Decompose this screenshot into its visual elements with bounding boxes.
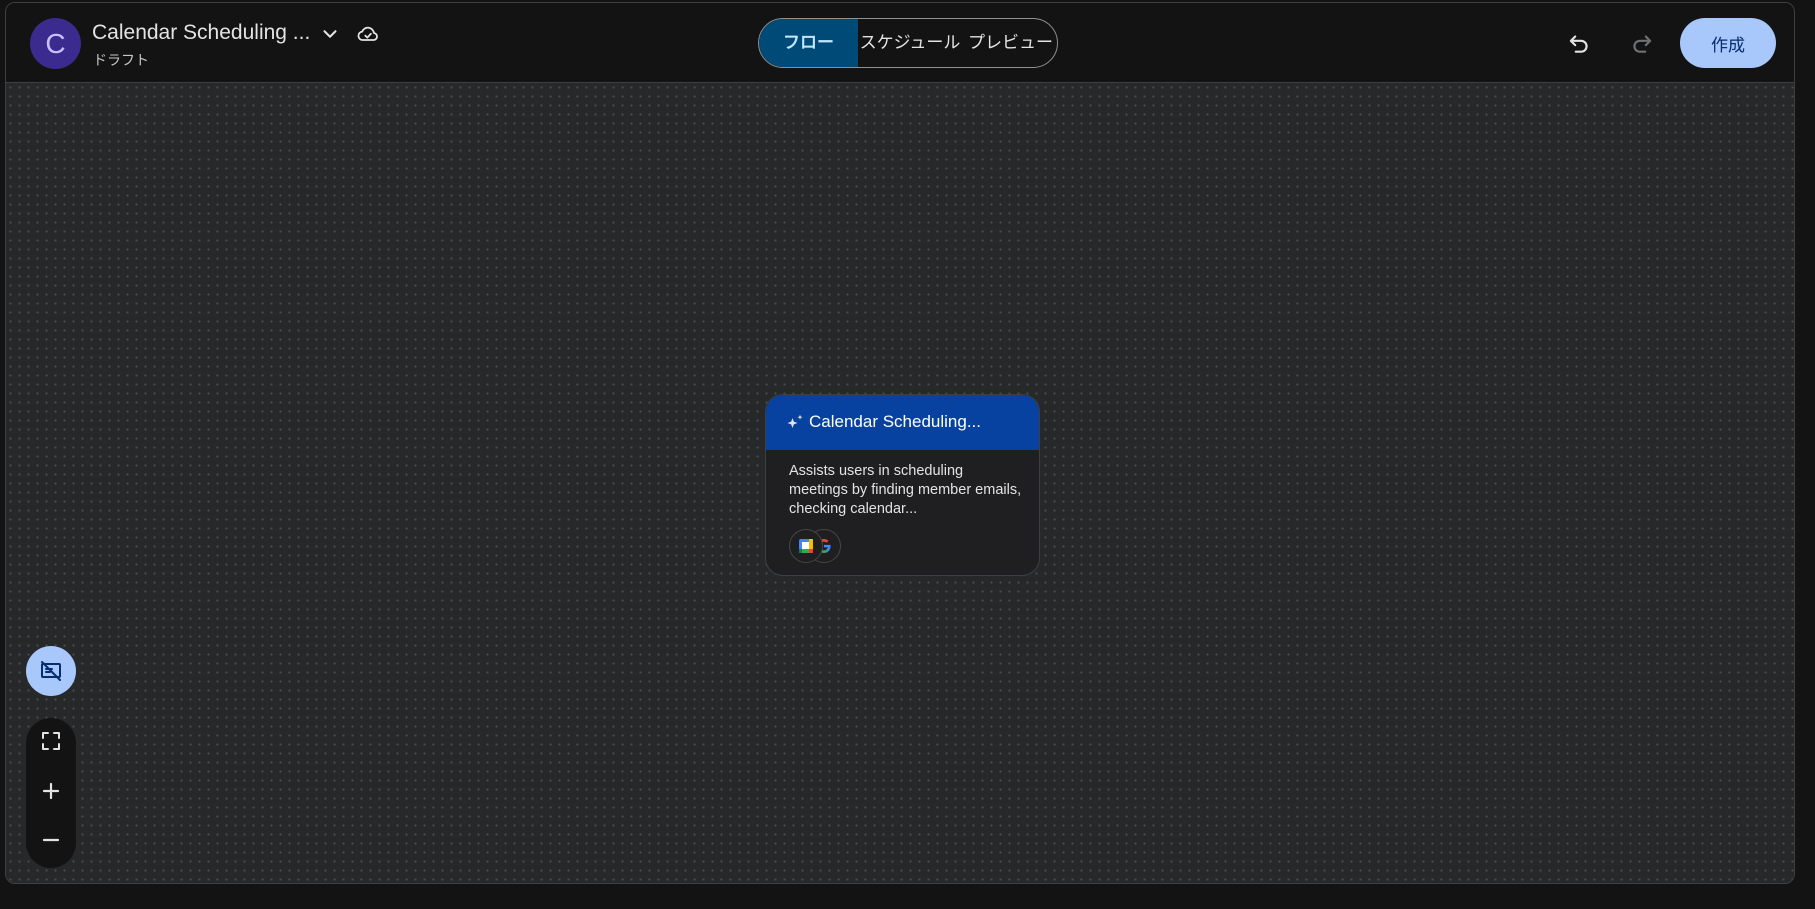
chevron-down-icon[interactable]: [319, 23, 341, 45]
node-tools: [789, 529, 849, 565]
fit-screen-icon[interactable]: [39, 729, 63, 753]
tab-preview[interactable]: プレビュー: [962, 19, 1057, 67]
status-label: ドラフト: [93, 52, 149, 68]
avatar[interactable]: C: [30, 18, 81, 69]
tab-schedule[interactable]: スケジュール: [858, 19, 962, 67]
plus-icon[interactable]: [39, 779, 63, 803]
node-description: Assists users in scheduling meetings by …: [789, 463, 1022, 517]
top-bar: C Calendar Scheduling ... ドラフト フロー スケジュー…: [6, 3, 1794, 83]
node-title: Calendar Scheduling...: [809, 412, 982, 431]
node-header: Calendar Scheduling...: [766, 395, 1039, 450]
agent-node[interactable]: Calendar Scheduling... Assists users in …: [765, 394, 1040, 576]
minimap-off-icon[interactable]: [26, 646, 76, 696]
sparkle-icon: [787, 414, 803, 428]
create-button[interactable]: 作成: [1680, 18, 1776, 68]
agent-title[interactable]: Calendar Scheduling ...: [92, 21, 310, 45]
minus-icon[interactable]: [39, 828, 63, 852]
tab-flow[interactable]: フロー: [759, 19, 858, 67]
cloud-done-icon[interactable]: [356, 22, 380, 46]
flow-canvas[interactable]: Calendar Scheduling... Assists users in …: [6, 83, 1794, 883]
google-calendar-icon: [789, 529, 823, 563]
view-mode-tabs: フロー スケジュール プレビュー: [758, 18, 1058, 68]
zoom-controls: [26, 718, 76, 868]
undo-icon[interactable]: [1566, 30, 1592, 56]
redo-icon[interactable]: [1629, 30, 1655, 56]
app-window: C Calendar Scheduling ... ドラフト フロー スケジュー…: [5, 2, 1795, 884]
